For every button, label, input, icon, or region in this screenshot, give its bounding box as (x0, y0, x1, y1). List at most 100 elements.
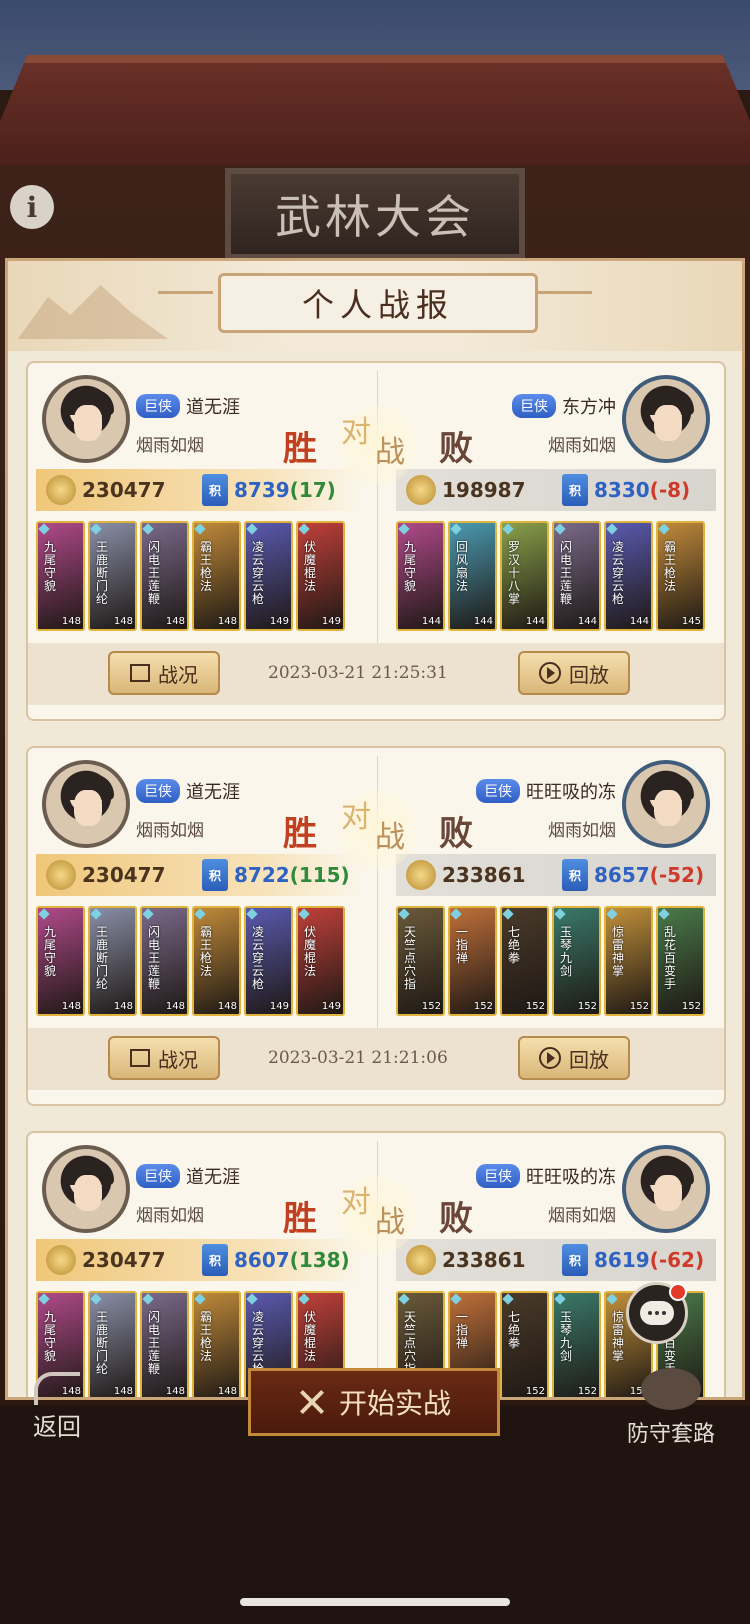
battle-card: 巨侠 道无涯 烟雨如烟 230477 积 8607 (138) 九尾守貌 148… (26, 1131, 726, 1397)
hero-card[interactable]: 惊雷神掌 152 (604, 906, 653, 1016)
hero-card[interactable]: 闪电王莲鞭 148 (140, 521, 189, 631)
rank-score: 8657 (594, 863, 650, 887)
gem-icon (450, 1293, 462, 1305)
hero-card[interactable]: 七绝拳 152 (500, 1291, 549, 1397)
right-player-avatar[interactable] (622, 1145, 710, 1233)
gem-icon (398, 908, 410, 920)
hero-level: 145 (681, 616, 701, 627)
hero-card[interactable]: 九尾守貌 148 (36, 906, 85, 1016)
hero-level: 148 (217, 1386, 237, 1397)
back-label: 返回 (33, 1413, 81, 1441)
info-button[interactable]: i (10, 185, 54, 229)
power-icon (46, 1245, 76, 1275)
hero-card[interactable]: 凌云穿云枪 149 (244, 521, 293, 631)
hero-level: 148 (165, 1386, 185, 1397)
hero-card[interactable]: 闪电王莲鞭 144 (552, 521, 601, 631)
right-player-avatar[interactable] (622, 375, 710, 463)
hero-card[interactable]: 乱花百变手 152 (656, 906, 705, 1016)
hero-level: 152 (525, 1001, 545, 1012)
home-indicator[interactable] (240, 1598, 510, 1606)
combat-power: 230477 (82, 863, 166, 887)
player-name: 道无涯 (186, 782, 240, 803)
hero-level: 148 (113, 616, 133, 627)
card-footer: 战况 2023-03-21 21:25:31 回放 (28, 643, 724, 705)
hero-level: 148 (217, 1001, 237, 1012)
left-player-avatar[interactable] (42, 760, 130, 848)
hero-card[interactable]: 天竺点穴指 152 (396, 906, 445, 1016)
hero-card[interactable]: 凌云穿云枪 144 (604, 521, 653, 631)
combat-power: 230477 (82, 1248, 166, 1272)
hero-name: 九尾守貌 (404, 540, 417, 593)
back-button[interactable]: 返回 (22, 1372, 92, 1442)
hero-card[interactable]: 伏魔棍法 149 (296, 521, 345, 631)
hero-card[interactable]: 王鹿断门纶 148 (88, 906, 137, 1016)
replay-button[interactable]: 回放 (518, 1036, 630, 1080)
gem-icon (194, 1293, 206, 1305)
chat-button[interactable] (626, 1282, 688, 1344)
hero-name: 七绝拳 (508, 925, 521, 965)
score-icon: 积 (562, 1244, 588, 1276)
vs-emblem: 胜 对 战 败 (283, 405, 473, 485)
start-battle-button[interactable]: 开始实战 (248, 1368, 500, 1436)
hero-card[interactable]: 王鹿断门纶 148 (88, 521, 137, 631)
gem-icon (246, 1293, 258, 1305)
hero-card[interactable]: 霸王枪法 148 (192, 906, 241, 1016)
play-icon (539, 1047, 561, 1069)
right-player-avatar[interactable] (622, 760, 710, 848)
gem-icon (298, 523, 310, 535)
hero-name: 罗汉十八掌 (508, 540, 521, 606)
wulin-signboard: 武林大会 (225, 168, 525, 260)
crossed-swords-icon (297, 1387, 327, 1417)
replay-button[interactable]: 回放 (518, 651, 630, 695)
left-player-avatar[interactable] (42, 375, 130, 463)
hero-level: 148 (113, 1001, 133, 1012)
hero-card[interactable]: 九尾守貌 144 (396, 521, 445, 631)
hero-card[interactable]: 闪电王莲鞭 148 (140, 1291, 189, 1397)
hero-name: 回风扇法 (456, 540, 469, 593)
rank-badge: 巨侠 (476, 1164, 520, 1188)
gem-icon (502, 908, 514, 920)
power-icon (46, 860, 76, 890)
hero-card[interactable]: 七绝拳 152 (500, 906, 549, 1016)
gem-icon (90, 1293, 102, 1305)
avatar-face (74, 790, 102, 826)
battle-card: 巨侠 道无涯 烟雨如烟 230477 积 8739 (17) 九尾守貌 148 … (26, 361, 726, 721)
right-player-name-row: 巨侠 旺旺吸的冻 (476, 1163, 616, 1189)
battle-report-button[interactable]: 战况 (108, 1036, 220, 1080)
battle-list[interactable]: 巨侠 道无涯 烟雨如烟 230477 积 8739 (17) 九尾守貌 148 … (18, 361, 735, 1397)
hero-level: 152 (629, 1001, 649, 1012)
battle-report-button[interactable]: 战况 (108, 651, 220, 695)
hero-name: 霸王枪法 (200, 1310, 213, 1363)
score-change: (-62) (649, 1248, 705, 1272)
hero-card[interactable]: 玉琴九剑 152 (552, 906, 601, 1016)
hero-card[interactable]: 王鹿断门纶 148 (88, 1291, 137, 1397)
battle-time: 2023-03-21 21:21:06 (268, 1048, 448, 1068)
score-change: (-52) (649, 863, 705, 887)
rank-score: 8739 (234, 478, 290, 502)
avatar-face (74, 405, 102, 441)
vs-char-1: 对 (341, 415, 371, 450)
hero-card[interactable]: 回风扇法 144 (448, 521, 497, 631)
result-win: 胜 (283, 814, 317, 854)
gem-icon (38, 1293, 50, 1305)
hero-card[interactable]: 霸王枪法 145 (656, 521, 705, 631)
hero-card[interactable]: 闪电王莲鞭 148 (140, 906, 189, 1016)
hero-card[interactable]: 凌云穿云枪 149 (244, 906, 293, 1016)
hero-card[interactable]: 一指禅 152 (448, 906, 497, 1016)
hero-card[interactable]: 玉琴九剑 152 (552, 1291, 601, 1397)
hero-level: 144 (525, 616, 545, 627)
hero-card[interactable]: 霸王枪法 148 (192, 1291, 241, 1397)
battle-card: 巨侠 道无涯 烟雨如烟 230477 积 8722 (115) 九尾守貌 148… (26, 746, 726, 1106)
hero-level: 148 (61, 1001, 81, 1012)
result-win: 胜 (283, 429, 317, 469)
hero-card[interactable]: 罗汉十八掌 144 (500, 521, 549, 631)
hero-card[interactable]: 九尾守貌 148 (36, 521, 85, 631)
gem-icon (142, 523, 154, 535)
left-player-name-row: 巨侠 道无涯 (136, 393, 240, 419)
hero-card[interactable]: 伏魔棍法 149 (296, 906, 345, 1016)
hero-level: 152 (577, 1386, 597, 1397)
hero-level: 148 (165, 616, 185, 627)
left-player-avatar[interactable] (42, 1145, 130, 1233)
hero-card[interactable]: 霸王枪法 148 (192, 521, 241, 631)
defense-routine-button[interactable]: 防守套路 (606, 1368, 736, 1448)
